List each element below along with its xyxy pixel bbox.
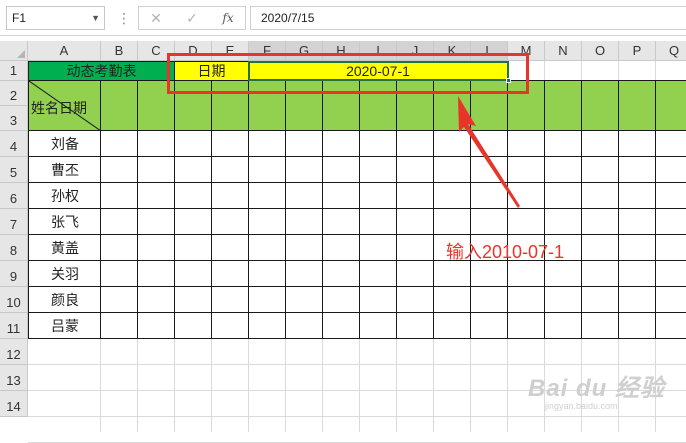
name-cell[interactable]: 吕蒙	[29, 313, 101, 339]
border-line	[28, 286, 686, 287]
border-line	[211, 81, 212, 339]
select-all-corner[interactable]	[0, 41, 28, 61]
name-cell[interactable]: 关羽	[29, 261, 101, 287]
name-text: 关羽	[51, 266, 79, 282]
row-header-10[interactable]: 10	[0, 287, 28, 313]
annotation-text: 输入2010-07-1	[446, 242, 565, 262]
row-header-14[interactable]: 14	[0, 391, 28, 417]
border-line	[28, 182, 686, 183]
border-line	[28, 234, 686, 235]
row-header-9[interactable]: 9	[0, 261, 28, 287]
gridline-h	[28, 364, 686, 365]
column-header-p[interactable]: P	[619, 41, 656, 61]
title-cell[interactable]: 动态考勤表	[29, 62, 174, 80]
name-cell[interactable]: 曹丕	[29, 157, 101, 183]
name-cell[interactable]: 刘备	[29, 131, 101, 157]
row-header-5[interactable]: 5	[0, 157, 28, 183]
border-line	[28, 260, 686, 261]
name-text: 黄盖	[51, 240, 79, 256]
border-line	[581, 81, 582, 339]
name-cell[interactable]: 张飞	[29, 209, 101, 235]
gridline-h	[28, 416, 686, 417]
border-line	[359, 81, 360, 339]
column-header-n[interactable]: N	[545, 41, 582, 61]
name-box[interactable]: F1 ▼	[6, 6, 105, 30]
formula-input[interactable]: 2020/7/15	[250, 6, 686, 30]
border-line	[618, 81, 619, 339]
border-line	[322, 81, 323, 339]
row-header-4[interactable]: 4	[0, 131, 28, 157]
border-line	[28, 156, 686, 157]
row-header-11[interactable]: 11	[0, 313, 28, 339]
border-line	[100, 81, 101, 339]
border-line	[28, 130, 686, 131]
border-line	[433, 81, 434, 339]
watermark-url: jingyan.baidu.com	[545, 401, 618, 411]
column-header-a[interactable]: A	[28, 41, 101, 61]
border-line	[28, 61, 29, 339]
row-header-3[interactable]: 3	[0, 106, 28, 131]
more-options-icon[interactable]: ⋮	[117, 8, 131, 28]
header-date-text: 日期	[59, 100, 87, 116]
border-line	[28, 338, 686, 339]
border-line	[28, 312, 686, 313]
row-header-2[interactable]: 2	[0, 81, 28, 106]
border-line	[174, 81, 175, 339]
name-cell[interactable]: 孙权	[29, 183, 101, 209]
name-text: 颜良	[51, 292, 79, 308]
cancel-icon[interactable]: ✕	[141, 7, 171, 29]
row-header-12[interactable]: 12	[0, 339, 28, 365]
border-line	[396, 81, 397, 339]
border-line	[248, 81, 249, 339]
highlight-box	[167, 53, 529, 94]
name-box-value: F1	[12, 11, 27, 25]
name-text: 曹丕	[51, 162, 79, 178]
header-name-text: 姓名	[31, 100, 59, 116]
row-header-13[interactable]: 13	[0, 365, 28, 391]
row-header-6[interactable]: 6	[0, 183, 28, 209]
title-text: 动态考勤表	[66, 63, 137, 79]
row-header-1[interactable]: 1	[0, 61, 28, 81]
formula-bar-buttons: ✕ ✓ fx	[138, 6, 246, 30]
name-text: 刘备	[51, 136, 79, 152]
border-line	[655, 81, 656, 339]
enter-icon[interactable]: ✓	[177, 7, 207, 29]
row-header-8[interactable]: 8	[0, 235, 28, 261]
watermark-logo: Bai du 经验	[528, 375, 666, 402]
border-line	[285, 81, 286, 339]
border-line	[137, 81, 138, 339]
insert-function-icon[interactable]: fx	[213, 7, 243, 29]
column-header-q[interactable]: Q	[656, 41, 686, 61]
name-cell[interactable]: 颜良	[29, 287, 101, 313]
column-header-b[interactable]: B	[101, 41, 138, 61]
arrow-icon	[458, 96, 520, 208]
name-text: 吕蒙	[51, 318, 79, 334]
row-header-7[interactable]: 7	[0, 209, 28, 235]
name-text: 张飞	[51, 214, 79, 230]
border-line	[544, 81, 545, 339]
name-cell[interactable]: 黄盖	[29, 235, 101, 261]
formula-bar: F1 ▼ ⋮ ✕ ✓ fx 2020/7/15	[0, 0, 686, 36]
column-header-o[interactable]: O	[582, 41, 619, 61]
chevron-down-icon[interactable]: ▼	[91, 7, 100, 29]
name-text: 孙权	[51, 188, 79, 204]
border-line	[28, 208, 686, 209]
